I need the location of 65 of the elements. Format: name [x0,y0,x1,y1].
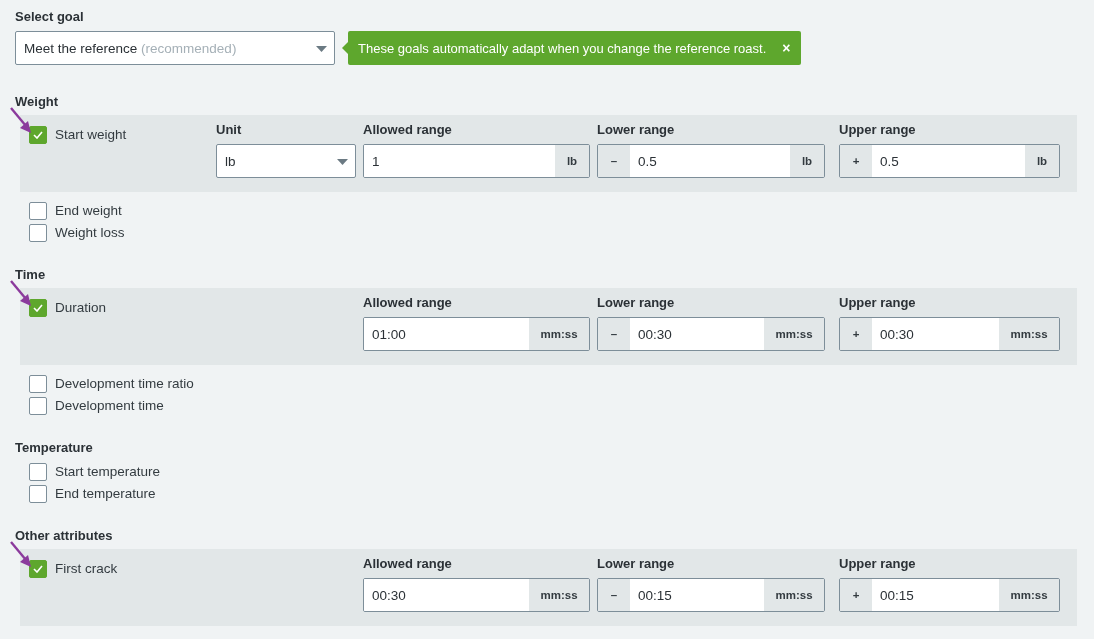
unit-addon: mm:ss [999,318,1059,350]
sign-addon: – [598,318,630,350]
field-label: Unit [216,122,243,137]
range-field[interactable]: + 00:15 mm:ss [839,578,1060,612]
range-field[interactable]: – 00:15 mm:ss [597,578,825,612]
checkbox[interactable] [29,224,47,242]
field-label: Upper range [839,122,917,137]
field-label: Allowed range [363,295,453,310]
sign-addon: + [840,579,872,611]
checkbox-label: Development time [55,397,164,415]
checkbox-label: Weight loss [55,224,125,242]
caret-icon [316,46,327,52]
range-field[interactable]: 1 lb [363,144,590,178]
range-field[interactable]: + 00:30 mm:ss [839,317,1060,351]
range-field[interactable]: – 0.5 lb [597,144,825,178]
section-title: Temperature [15,440,94,455]
section-title: Other attributes [15,528,114,543]
unit-addon: mm:ss [999,579,1059,611]
section-title: Select goal [15,9,85,24]
checkbox-label: First crack [55,560,118,578]
field-label: Lower range [597,556,676,571]
checkbox-label: Development time ratio [55,375,194,393]
sign-addon: – [598,145,630,177]
checkbox-label: End temperature [55,485,156,503]
check-icon [33,304,43,312]
sign-addon: + [840,145,872,177]
checkbox[interactable] [29,397,47,415]
check-icon [33,131,43,139]
unit-select[interactable]: lb [216,144,356,178]
sign-addon: + [840,318,872,350]
range-field[interactable]: 00:30 mm:ss [363,578,590,612]
range-field[interactable]: + 0.5 lb [839,144,1060,178]
goal-select[interactable]: Meet the reference (recommended) [15,31,335,65]
checkbox[interactable] [29,560,47,578]
field-label: Allowed range [363,556,453,571]
field-label: Upper range [839,295,917,310]
checkbox[interactable] [29,126,47,144]
section-title: Time [15,267,47,282]
unit-addon: mm:ss [529,579,589,611]
checkbox-label: Start temperature [55,463,161,481]
unit-addon: lb [555,145,589,177]
checkbox[interactable] [29,485,47,503]
field-label: Allowed range [363,122,453,137]
checkbox-label: Start weight [55,126,127,144]
unit-addon: lb [1025,145,1059,177]
checkbox[interactable] [29,463,47,481]
section-title: Weight [15,94,60,109]
sign-addon: – [598,579,630,611]
field-label: Lower range [597,295,676,310]
range-field[interactable]: – 00:30 mm:ss [597,317,825,351]
caret-icon [337,159,348,165]
check-icon [33,565,43,573]
unit-addon: mm:ss [529,318,589,350]
unit-addon: lb [790,145,824,177]
checkbox-label: End weight [55,202,122,220]
checkbox[interactable] [29,202,47,220]
checkbox[interactable] [29,299,47,317]
toast-message: These goals automatically adapt when you change the reference roast. [358,40,767,56]
field-label: Upper range [839,556,917,571]
unit-addon: mm:ss [764,318,824,350]
unit-addon: mm:ss [764,579,824,611]
range-field[interactable]: 01:00 mm:ss [363,317,590,351]
field-label: Lower range [597,122,676,137]
checkbox-label: Duration [55,299,107,317]
checkbox[interactable] [29,375,47,393]
